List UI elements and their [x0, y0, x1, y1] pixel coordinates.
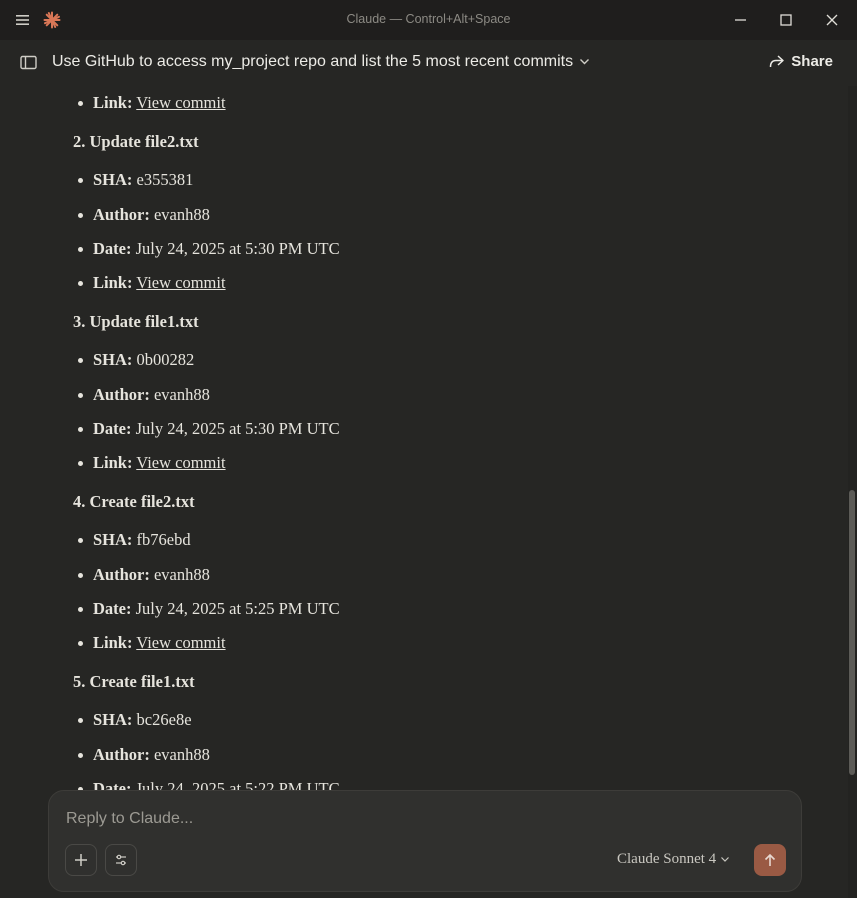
claude-logo-icon	[43, 11, 61, 29]
conversation-title-dropdown[interactable]: Use GitHub to access my_project repo and…	[52, 53, 590, 71]
plus-icon	[75, 854, 87, 866]
hamburger-menu-icon[interactable]	[14, 11, 32, 29]
commit-heading: 3. Update file1.txt	[73, 312, 199, 331]
share-arrow-icon	[770, 55, 785, 68]
commit-author: evanh88	[153, 745, 210, 764]
commit-date: July 24, 2025 at 5:30 PM UTC	[135, 239, 340, 258]
model-label: Claude Sonnet 4	[617, 851, 717, 867]
add-attachment-button[interactable]	[65, 844, 97, 876]
commit-author: evanh88	[153, 385, 210, 404]
view-commit-link[interactable]: View commit	[136, 453, 225, 472]
commit-author: evanh88	[153, 205, 210, 224]
conversation-title: Use GitHub to access my_project repo and…	[52, 53, 574, 70]
chevron-down-icon	[721, 857, 730, 862]
list-item: Date: July 24, 2025 at 5:30 PM UTC	[78, 239, 340, 258]
view-commit-link[interactable]: View commit	[136, 633, 225, 652]
view-commit-link[interactable]: View commit	[136, 273, 225, 292]
commit-sha: e355381	[136, 170, 194, 189]
list-item: Date: July 24, 2025 at 5:30 PM UTC	[78, 419, 340, 438]
conversation-header: Use GitHub to access my_project repo and…	[0, 40, 857, 86]
chevron-down-icon	[580, 59, 590, 65]
commit-sha: 0b00282	[136, 350, 195, 369]
tools-button[interactable]	[105, 844, 137, 876]
reply-input[interactable]	[64, 807, 768, 831]
list-item: SHA: e355381	[77, 170, 194, 189]
sidebar-toggle-icon[interactable]	[19, 54, 39, 72]
list-item: Author: evanh88	[78, 745, 210, 764]
commit-date: July 24, 2025 at 5:30 PM UTC	[135, 419, 340, 438]
list-item: SHA: bc26e8e	[78, 710, 192, 729]
commit-author: evanh88	[153, 565, 210, 584]
view-commit-link[interactable]: View commit	[136, 93, 225, 112]
list-item: Author: evanh88	[78, 565, 210, 584]
list-item: Link: View commit	[78, 273, 226, 292]
commit-sha: fb76ebd	[136, 530, 191, 549]
send-button[interactable]	[754, 844, 786, 876]
maximize-icon[interactable]	[774, 8, 798, 32]
scrollbar-thumb[interactable]	[849, 490, 855, 775]
commit-heading: 2. Update file2.txt	[73, 132, 199, 151]
list-item: SHA: fb76ebd	[78, 530, 191, 549]
commit-heading: 5. Create file1.txt	[73, 672, 195, 691]
commit-date: July 24, 2025 at 5:25 PM UTC	[135, 599, 340, 618]
commit-heading: 4. Create file2.txt	[73, 492, 195, 511]
minimize-icon[interactable]	[729, 8, 753, 32]
arrow-up-icon	[764, 853, 776, 866]
list-item: SHA: 0b00282	[77, 350, 195, 369]
window-titlebar: Claude — Control+Alt+Space	[0, 0, 857, 40]
reply-composer: Claude Sonnet 4	[48, 790, 802, 892]
model-selector[interactable]: Claude Sonnet 4	[617, 851, 730, 868]
list-item: Link: View commit	[78, 633, 226, 652]
list-item: Date: July 24, 2025 at 5:25 PM UTC	[78, 599, 340, 618]
message-content: Link: View commit 2. Update file2.txt SH…	[0, 86, 848, 794]
sliders-icon	[116, 854, 126, 866]
list-item: Link: View commit	[78, 93, 226, 112]
list-item: Author: evanh88	[78, 385, 210, 404]
share-button[interactable]: Share	[768, 53, 833, 70]
close-icon[interactable]	[820, 8, 844, 32]
share-label: Share	[791, 53, 833, 70]
list-item: Link: View commit	[78, 453, 226, 472]
list-item: Author: evanh88	[78, 205, 210, 224]
commit-sha: bc26e8e	[136, 710, 192, 729]
